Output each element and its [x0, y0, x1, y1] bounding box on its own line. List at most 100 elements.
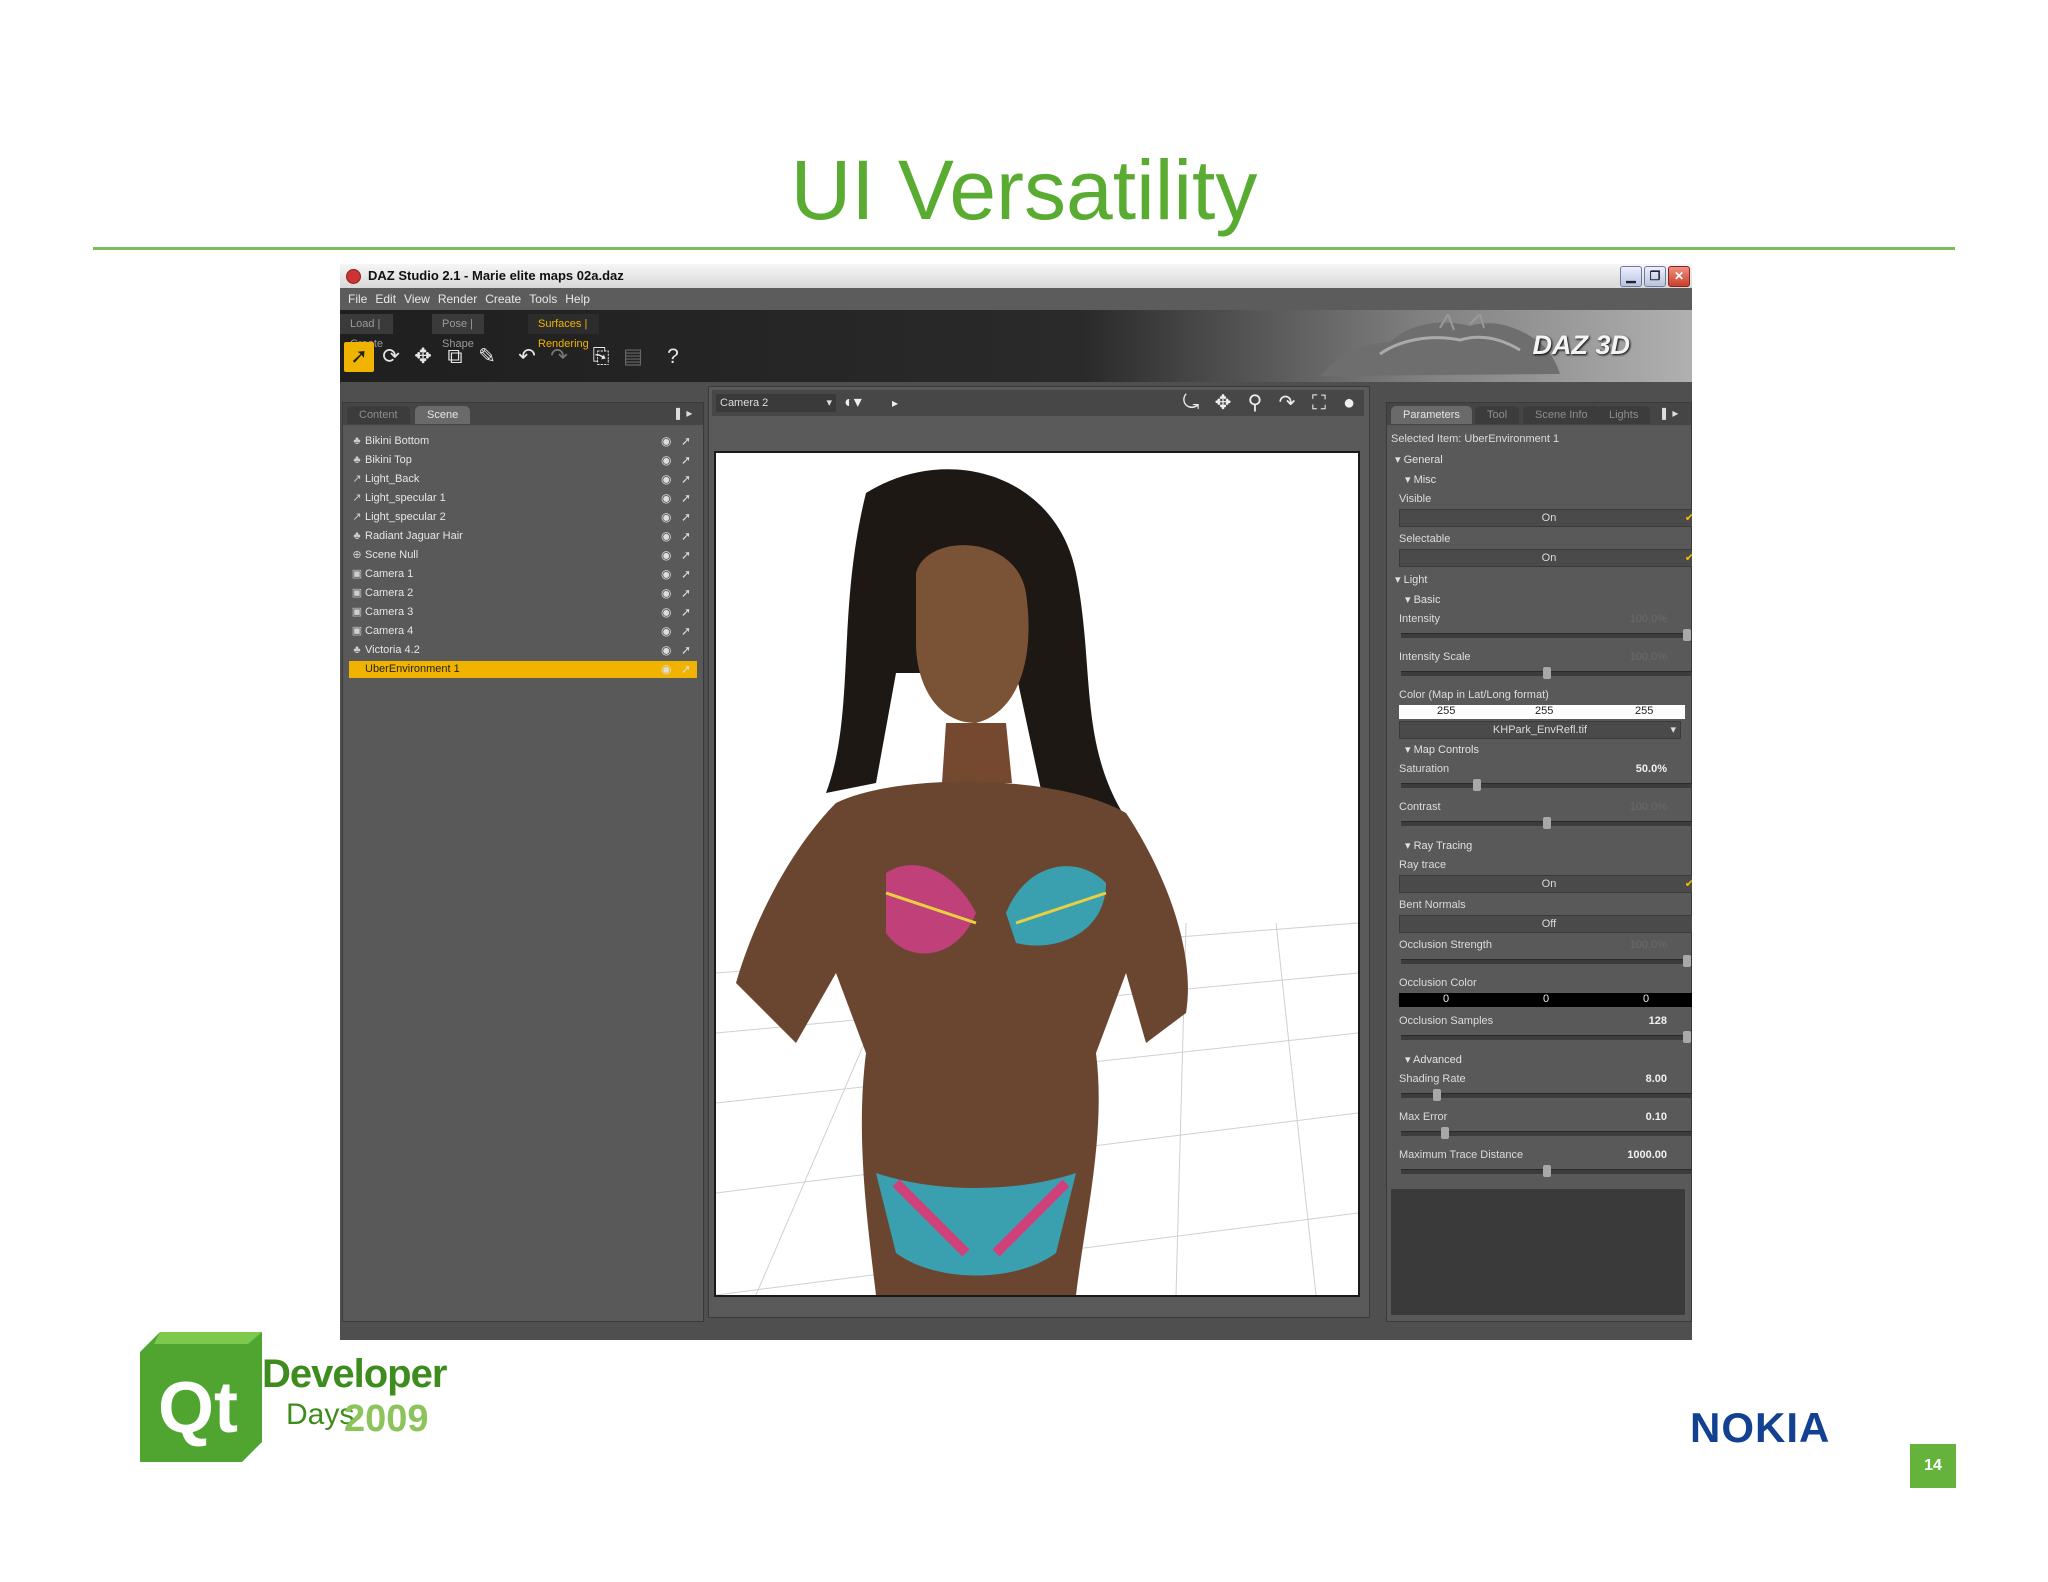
- visibility-eye-icon[interactable]: ◉: [661, 509, 671, 526]
- rotate-view-icon[interactable]: ↷: [1274, 392, 1300, 414]
- scene-item[interactable]: ▣ Camera 2 ◉ ➚: [349, 585, 697, 602]
- group-map-controls[interactable]: ▾ Map Controls: [1405, 743, 1479, 756]
- minimize-button[interactable]: ▁: [1620, 266, 1642, 287]
- group-misc[interactable]: ▾ Misc: [1405, 473, 1436, 486]
- slider-knob[interactable]: [1543, 667, 1551, 679]
- visibility-eye-icon[interactable]: ◉: [661, 490, 671, 507]
- selectable-toggle[interactable]: On ✔: [1399, 549, 1692, 567]
- menu-help[interactable]: Help: [565, 292, 590, 306]
- occlusion-samples-slider[interactable]: [1401, 1031, 1692, 1043]
- tab-load-create[interactable]: Load | Create: [340, 314, 395, 350]
- occlusion-color-field[interactable]: 0 0 0: [1399, 993, 1692, 1007]
- scene-item[interactable]: ⊕ Scene Null ◉ ➚: [349, 547, 697, 564]
- slider-knob[interactable]: [1683, 1031, 1691, 1043]
- selectable-arrow-icon[interactable]: ➚: [681, 566, 691, 583]
- reset-view-icon[interactable]: ●: [1336, 392, 1362, 414]
- selectable-arrow-icon[interactable]: ➚: [681, 509, 691, 526]
- slider-knob[interactable]: [1683, 629, 1691, 641]
- group-general[interactable]: ▾ General: [1395, 453, 1443, 466]
- tab-parameters[interactable]: Parameters: [1391, 406, 1472, 424]
- tab-surfaces-rendering[interactable]: Surfaces | Rendering: [528, 314, 600, 350]
- selectable-arrow-icon[interactable]: ➚: [681, 585, 691, 602]
- tab-lights[interactable]: Lights: [1597, 406, 1651, 424]
- pin-icon[interactable]: ❚ ▸: [673, 406, 692, 420]
- slider-knob[interactable]: [1441, 1127, 1449, 1139]
- paste-icon[interactable]: ▤: [618, 342, 648, 372]
- intensity-scale-slider[interactable]: [1401, 667, 1692, 679]
- visibility-eye-icon[interactable]: ◉: [661, 642, 671, 659]
- scene-item[interactable]: ♣ Bikini Bottom ◉ ➚: [349, 433, 697, 450]
- scene-item[interactable]: ▣ Camera 4 ◉ ➚: [349, 623, 697, 640]
- rotate-tool-icon[interactable]: ⟳: [376, 342, 406, 372]
- pan-icon[interactable]: ✥: [1210, 392, 1236, 414]
- copy-icon[interactable]: ⎘: [586, 342, 616, 372]
- visible-toggle[interactable]: On ✔: [1399, 509, 1692, 527]
- slider-knob[interactable]: [1683, 955, 1691, 967]
- selectable-arrow-icon[interactable]: ➚: [681, 623, 691, 640]
- ray-trace-toggle[interactable]: On ✔: [1399, 875, 1692, 893]
- tab-scene[interactable]: Scene: [415, 406, 471, 424]
- zoom-icon[interactable]: ⚲: [1242, 392, 1268, 414]
- group-light[interactable]: ▾ Light: [1395, 573, 1427, 586]
- max-trace-slider[interactable]: [1401, 1165, 1692, 1177]
- scale-tool-icon[interactable]: ⧉: [440, 342, 470, 372]
- bent-normals-toggle[interactable]: Off: [1399, 915, 1692, 933]
- max-error-slider[interactable]: [1401, 1127, 1692, 1139]
- menu-tools[interactable]: Tools: [529, 292, 557, 306]
- visibility-eye-icon[interactable]: ◉: [661, 471, 671, 488]
- selectable-arrow-icon[interactable]: ➚: [681, 528, 691, 545]
- help-icon[interactable]: ?: [658, 342, 688, 372]
- visibility-eye-icon[interactable]: ◉: [661, 661, 671, 678]
- selectable-arrow-icon[interactable]: ➚: [681, 661, 691, 678]
- group-ray-tracing[interactable]: ▾ Ray Tracing: [1405, 839, 1472, 852]
- scene-item[interactable]: ↗ Light_specular 1 ◉ ➚: [349, 490, 697, 507]
- frame-icon[interactable]: ⛶: [1306, 392, 1332, 414]
- redo-icon[interactable]: ↷: [544, 342, 574, 372]
- visibility-eye-icon[interactable]: ◉: [661, 528, 671, 545]
- menu-file[interactable]: File: [348, 292, 367, 306]
- scene-item[interactable]: ▣ Camera 1 ◉ ➚: [349, 566, 697, 583]
- tab-tool[interactable]: Tool: [1475, 406, 1520, 424]
- menu-create[interactable]: Create: [485, 292, 521, 306]
- slider-knob[interactable]: [1543, 817, 1551, 829]
- undo-icon[interactable]: ↶: [512, 342, 542, 372]
- selectable-arrow-icon[interactable]: ➚: [681, 547, 691, 564]
- occlusion-strength-slider[interactable]: [1401, 955, 1692, 967]
- scene-item[interactable]: ↗ Light_Back ◉ ➚: [349, 471, 697, 488]
- tab-pose-shape[interactable]: Pose | Shape: [432, 314, 485, 350]
- selectable-arrow-icon[interactable]: ➚: [681, 604, 691, 621]
- contrast-slider[interactable]: [1401, 817, 1692, 829]
- viewport-canvas[interactable]: [714, 451, 1360, 1297]
- scene-item[interactable]: ↗ Light_specular 2 ◉ ➚: [349, 509, 697, 526]
- orbit-icon[interactable]: ⤿: [1178, 392, 1204, 414]
- scene-item[interactable]: ♣ Bikini Top ◉ ➚: [349, 452, 697, 469]
- translate-tool-icon[interactable]: ✥: [408, 342, 438, 372]
- intensity-slider[interactable]: [1401, 629, 1692, 641]
- scene-item[interactable]: ♣ Victoria 4.2 ◉ ➚: [349, 642, 697, 659]
- visibility-eye-icon[interactable]: ◉: [661, 566, 671, 583]
- maximize-button[interactable]: ❐: [1644, 266, 1666, 287]
- map-file-select[interactable]: KHPark_EnvRefl.tif ▾: [1399, 721, 1681, 739]
- pin-icon[interactable]: ❚ ▸: [1659, 406, 1678, 420]
- saturation-slider[interactable]: [1401, 779, 1692, 791]
- visibility-eye-icon[interactable]: ◉: [661, 547, 671, 564]
- visibility-eye-icon[interactable]: ◉: [661, 604, 671, 621]
- selectable-arrow-icon[interactable]: ➚: [681, 433, 691, 450]
- group-advanced[interactable]: ▾ Advanced: [1405, 1053, 1462, 1066]
- visibility-eye-icon[interactable]: ◉: [661, 433, 671, 450]
- selectable-arrow-icon[interactable]: ➚: [681, 471, 691, 488]
- brush-tool-icon[interactable]: ✎: [472, 342, 502, 372]
- slider-knob[interactable]: [1473, 779, 1481, 791]
- shading-rate-slider[interactable]: [1401, 1089, 1692, 1101]
- camera-select[interactable]: Camera 2 ▾: [716, 394, 836, 412]
- visibility-eye-icon[interactable]: ◉: [661, 585, 671, 602]
- scene-item[interactable]: ♣ Radiant Jaguar Hair ◉ ➚: [349, 528, 697, 545]
- group-basic[interactable]: ▾ Basic: [1405, 593, 1440, 606]
- tab-content[interactable]: Content: [347, 406, 410, 424]
- color-field[interactable]: 255 255 255: [1399, 705, 1685, 719]
- tab-scene-info[interactable]: Scene Info: [1523, 406, 1600, 424]
- selectable-arrow-icon[interactable]: ➚: [681, 452, 691, 469]
- menu-view[interactable]: View: [404, 292, 430, 306]
- slider-knob[interactable]: [1433, 1089, 1441, 1101]
- visibility-eye-icon[interactable]: ◉: [661, 452, 671, 469]
